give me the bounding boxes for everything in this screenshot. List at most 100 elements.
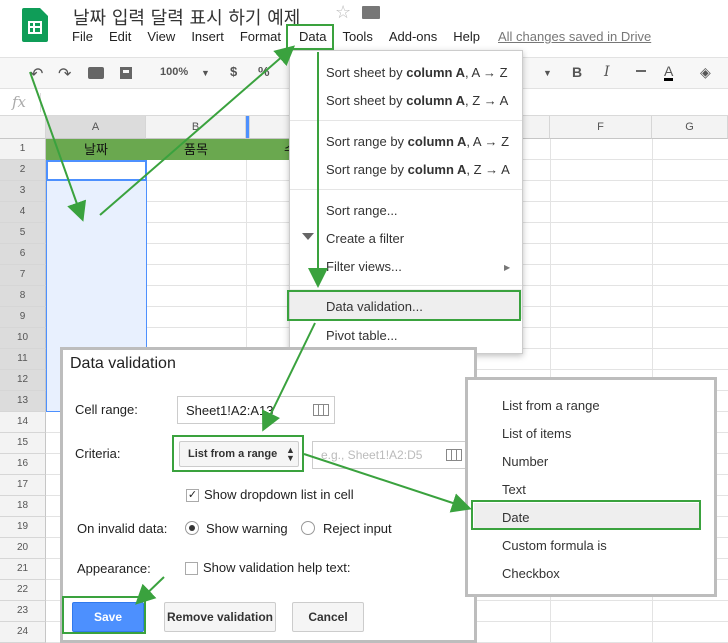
menu-sort-range-za[interactable]: Sort range by column A, Z → A <box>326 162 510 177</box>
row-header[interactable]: 3 <box>0 181 46 202</box>
percent-button[interactable]: % <box>258 64 270 79</box>
column-header-f[interactable]: F <box>550 116 652 139</box>
dialog-title: Data validation <box>70 355 176 372</box>
remove-validation-button[interactable]: Remove validation <box>164 602 276 632</box>
row-header[interactable]: 10 <box>0 328 46 349</box>
row-header[interactable]: 5 <box>0 223 46 244</box>
folder-icon[interactable] <box>362 6 380 19</box>
undo-icon[interactable]: ↶ <box>30 64 43 84</box>
row-header[interactable]: 16 <box>0 454 46 475</box>
show-dropdown-checkbox[interactable]: ✓ <box>186 489 199 502</box>
fx-icon: fx <box>12 93 27 111</box>
strikethrough-icon[interactable] <box>636 70 646 72</box>
menu-separator <box>290 189 522 190</box>
row-header[interactable]: 20 <box>0 538 46 559</box>
row-header[interactable]: 9 <box>0 307 46 328</box>
row-header[interactable]: 7 <box>0 265 46 286</box>
fontsize-chevron-icon[interactable]: ▼ <box>543 68 552 78</box>
cell-range-input[interactable]: Sheet1!A2:A13 <box>177 396 335 424</box>
print-icon[interactable] <box>88 67 104 79</box>
option-custom-formula[interactable]: Custom formula is <box>502 538 607 553</box>
row-header[interactable]: 14 <box>0 412 46 433</box>
option-checkbox[interactable]: Checkbox <box>502 566 560 581</box>
row-header[interactable]: 11 <box>0 349 46 370</box>
menu-sort-range-az[interactable]: Sort range by column A, A → Z <box>326 134 509 149</box>
row-header[interactable]: 24 <box>0 622 46 643</box>
row-header[interactable]: 8 <box>0 286 46 307</box>
row-header[interactable]: 21 <box>0 559 46 580</box>
paint-format-icon[interactable] <box>120 67 132 79</box>
menu-help[interactable]: Help <box>445 29 488 47</box>
menu-file[interactable]: File <box>64 29 101 47</box>
cancel-button[interactable]: Cancel <box>292 602 364 632</box>
redo-icon[interactable]: ↷ <box>58 64 71 84</box>
menu-format[interactable]: Format <box>232 29 289 47</box>
row-header[interactable]: 22 <box>0 580 46 601</box>
zoom-chevron-icon[interactable]: ▼ <box>201 68 210 78</box>
row-header[interactable]: 1 <box>0 139 46 160</box>
show-warning-radio[interactable] <box>185 521 199 535</box>
currency-button[interactable]: $ <box>230 64 237 79</box>
highlight-criteria <box>172 435 304 472</box>
row-header[interactable]: 12 <box>0 370 46 391</box>
bold-button[interactable]: B <box>572 64 582 80</box>
menu-addons[interactable]: Add-ons <box>381 29 445 47</box>
menu-sort-sheet-za[interactable]: Sort sheet by column A, Z → A <box>326 93 508 108</box>
menu-separator <box>290 285 522 286</box>
highlight-data-menu <box>286 24 334 50</box>
cell-range-label: Cell range: <box>75 402 138 417</box>
formula-divider <box>40 93 41 112</box>
row-header[interactable]: 17 <box>0 475 46 496</box>
criteria-label: Criteria: <box>75 446 121 461</box>
option-number[interactable]: Number <box>502 454 548 469</box>
row-header[interactable]: 2 <box>0 160 46 181</box>
show-warning-label: Show warning <box>206 521 288 536</box>
reject-input-radio[interactable] <box>301 521 315 535</box>
row-header[interactable]: 4 <box>0 202 46 223</box>
submenu-arrow-icon: ▶ <box>504 263 511 272</box>
option-text[interactable]: Text <box>502 482 526 497</box>
menu-create-filter[interactable]: Create a filter <box>326 231 404 246</box>
appearance-label: Appearance: <box>77 561 151 576</box>
active-cell-a2[interactable] <box>46 160 147 181</box>
italic-button[interactable]: I <box>604 64 610 80</box>
sheets-logo-icon[interactable] <box>22 8 48 42</box>
menu-pivot-table[interactable]: Pivot table... <box>326 328 398 343</box>
help-text-checkbox[interactable] <box>185 562 198 575</box>
highlight-data-validation <box>287 290 521 321</box>
menu-insert[interactable]: Insert <box>183 29 232 47</box>
cell-b1[interactable]: 품목 <box>146 139 246 160</box>
row-header[interactable]: 15 <box>0 433 46 454</box>
font-color-button[interactable]: A <box>664 64 674 81</box>
select-range-icon[interactable] <box>446 449 462 461</box>
row-header[interactable]: 19 <box>0 517 46 538</box>
column-header-a[interactable]: A <box>46 116 146 139</box>
option-list-of-items[interactable]: List of items <box>502 426 571 441</box>
filter-icon <box>302 233 314 240</box>
criteria-options-list: List from a range List of items Number T… <box>465 377 717 597</box>
saved-status[interactable]: All changes saved in Drive <box>498 29 651 44</box>
menu-tools[interactable]: Tools <box>334 29 380 47</box>
fill-color-icon[interactable]: ◈ <box>700 64 711 81</box>
cell-c1[interactable]: 수 <box>246 139 289 160</box>
criteria-range-input[interactable]: e.g., Sheet1!A2:D5 <box>312 441 467 469</box>
row-header[interactable]: 23 <box>0 601 46 622</box>
reject-input-label: Reject input <box>323 521 392 536</box>
select-range-icon[interactable] <box>313 404 329 416</box>
document-title[interactable]: 날짜 입력 달력 표시 하기 예제 <box>73 4 300 30</box>
row-header[interactable]: 6 <box>0 244 46 265</box>
row-header[interactable]: 13 <box>0 391 46 412</box>
column-header-b[interactable]: B <box>146 116 246 139</box>
cell-a1[interactable]: 날짜 <box>46 139 146 160</box>
menu-sort-sheet-az[interactable]: Sort sheet by column A, A → Z <box>326 65 508 80</box>
menu-edit[interactable]: Edit <box>101 29 139 47</box>
zoom-select[interactable]: 100% <box>160 66 188 78</box>
menu-view[interactable]: View <box>139 29 183 47</box>
column-header-g[interactable]: G <box>652 116 728 139</box>
menu-sort-range[interactable]: Sort range... <box>326 203 398 218</box>
option-list-from-range[interactable]: List from a range <box>502 398 600 413</box>
select-all-corner[interactable] <box>0 116 46 139</box>
row-header[interactable]: 18 <box>0 496 46 517</box>
star-icon[interactable]: ☆ <box>335 2 351 23</box>
menu-filter-views[interactable]: Filter views... <box>326 259 402 274</box>
